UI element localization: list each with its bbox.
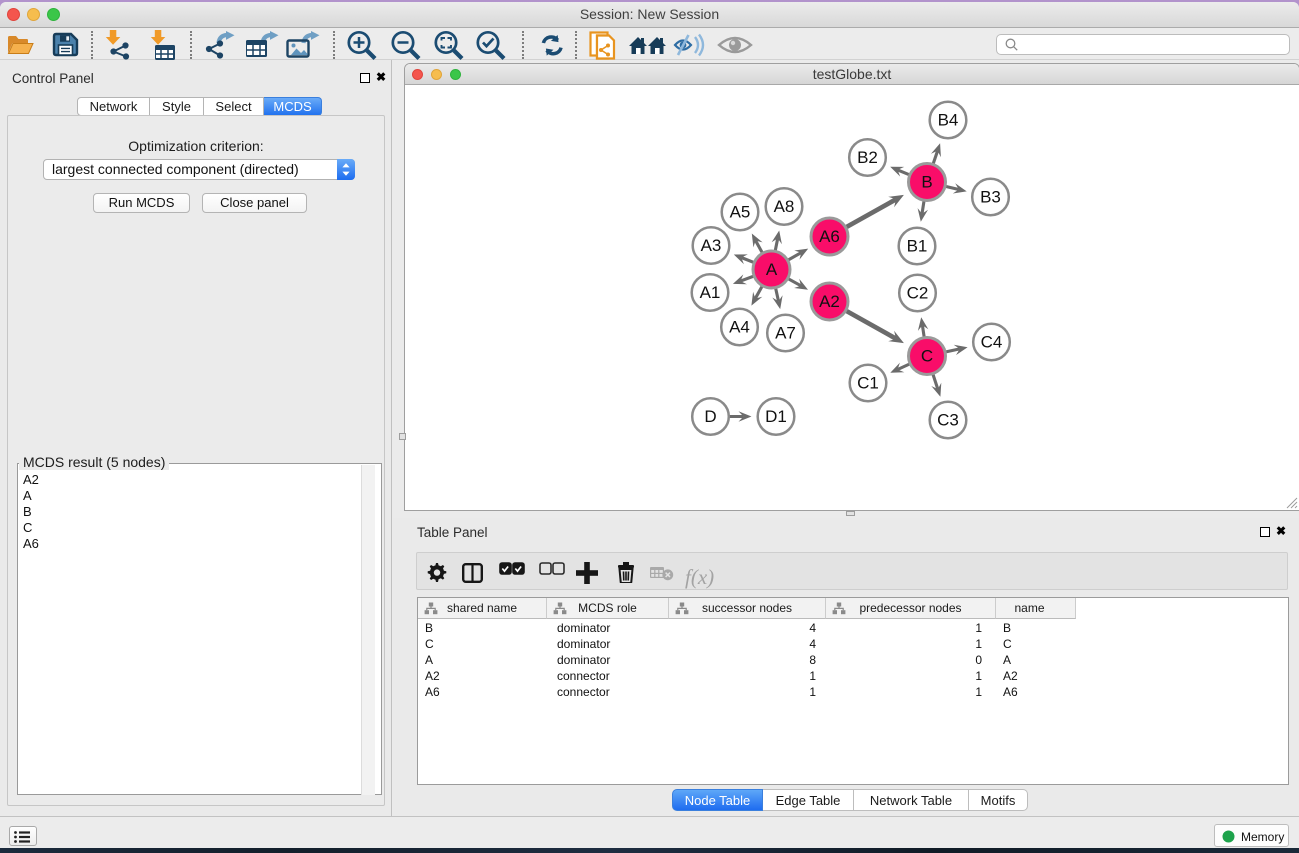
svg-text:A7: A7 [775, 324, 796, 343]
svg-text:B: B [921, 173, 932, 192]
svg-text:D1: D1 [765, 407, 787, 426]
svg-text:B2: B2 [857, 148, 878, 167]
svg-text:D: D [704, 407, 716, 426]
svg-text:C4: C4 [981, 333, 1003, 352]
svg-text:A5: A5 [730, 203, 751, 222]
svg-text:A: A [766, 260, 778, 279]
svg-text:C1: C1 [857, 374, 879, 393]
svg-text:A8: A8 [774, 197, 795, 216]
svg-text:A6: A6 [819, 227, 840, 246]
svg-text:B3: B3 [980, 188, 1001, 207]
svg-text:C: C [921, 347, 933, 366]
svg-text:B4: B4 [938, 111, 959, 130]
svg-text:C2: C2 [907, 284, 929, 303]
svg-text:B1: B1 [907, 237, 928, 256]
svg-text:A2: A2 [819, 292, 840, 311]
svg-text:A3: A3 [701, 236, 722, 255]
svg-text:C3: C3 [937, 411, 959, 430]
svg-text:A4: A4 [729, 318, 750, 337]
svg-text:A1: A1 [700, 283, 721, 302]
